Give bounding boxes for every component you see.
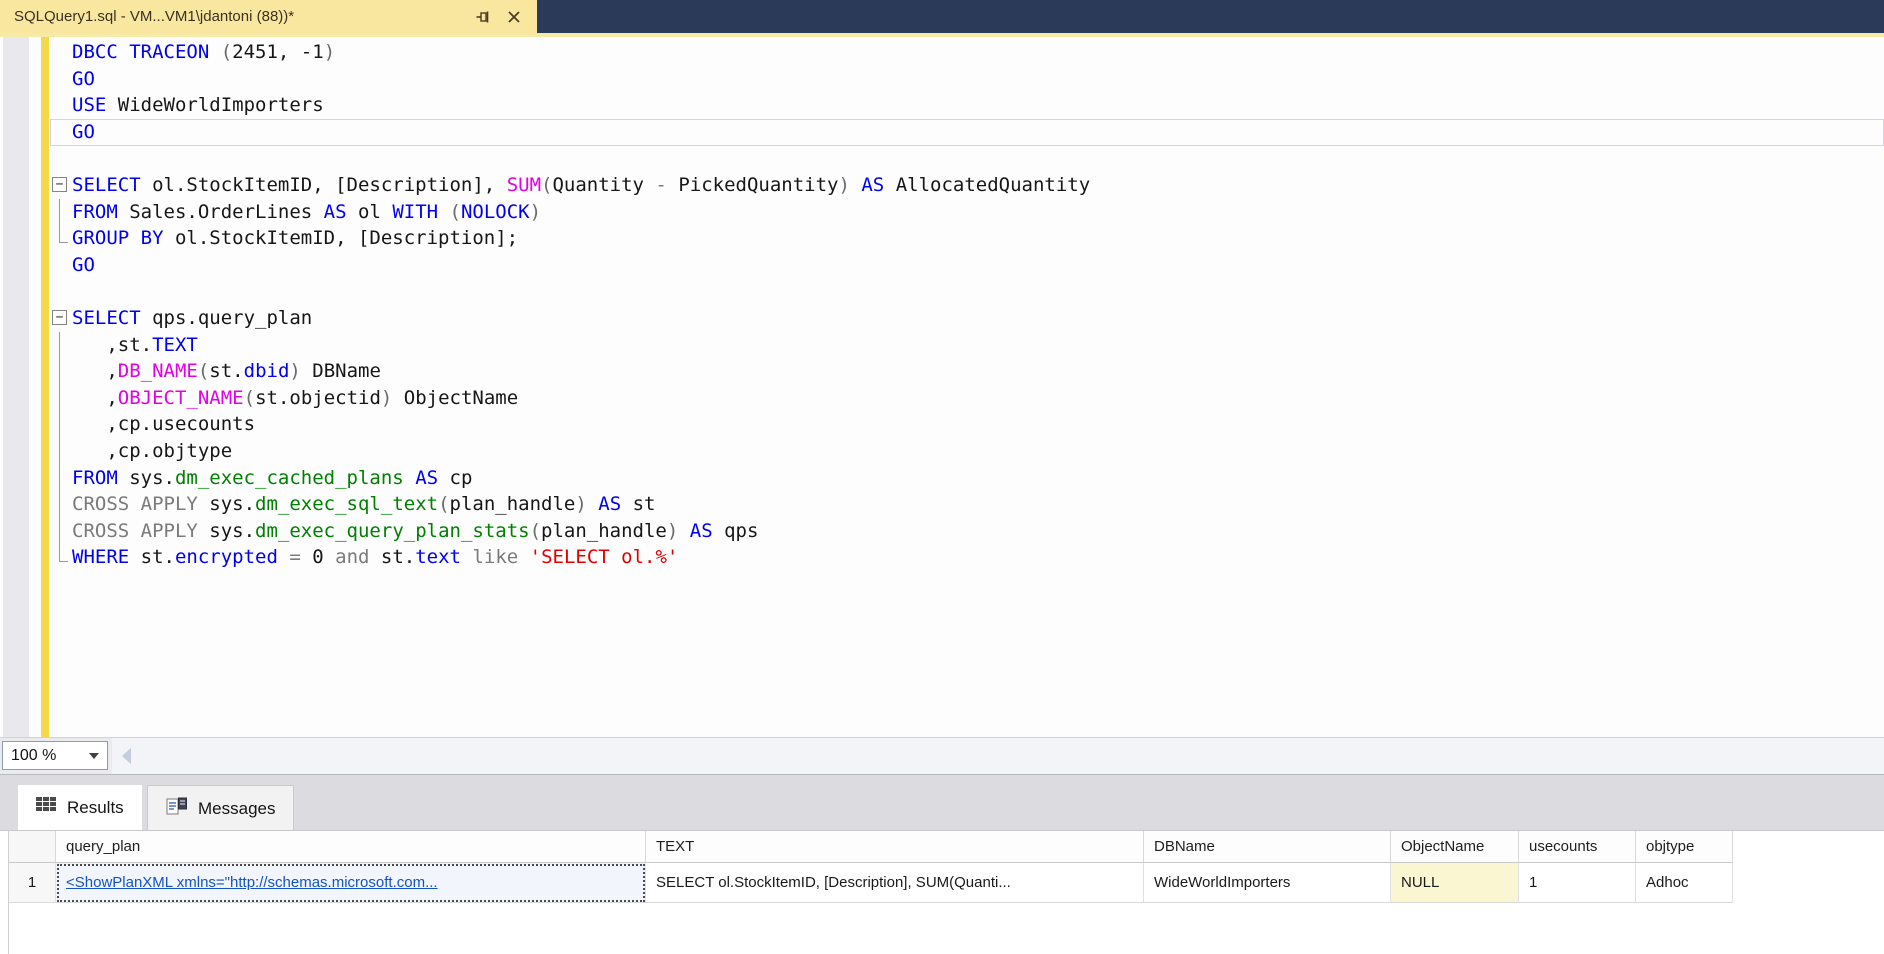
code-line: GO bbox=[0, 252, 1884, 279]
code-line bbox=[0, 145, 1884, 172]
pin-icon[interactable] bbox=[475, 9, 491, 25]
tab-results-label: Results bbox=[67, 798, 124, 818]
grid-cell[interactable]: WideWorldImporters bbox=[1144, 863, 1391, 903]
grid-cell[interactable]: Adhoc bbox=[1636, 863, 1733, 903]
code-line: CROSS APPLY sys.dm_exec_query_plan_stats… bbox=[0, 518, 1884, 545]
code-editor[interactable]: DBCC TRACEON (2451, -1)GOUSE WideWorldIm… bbox=[0, 37, 1884, 737]
code-line: ,OBJECT_NAME(st.objectid) ObjectName bbox=[0, 385, 1884, 412]
grid-cell[interactable]: NULL bbox=[1391, 863, 1519, 903]
results-grid: query_planTEXTDBNameObjectNameusecountso… bbox=[0, 830, 1884, 954]
outline-guide bbox=[59, 385, 60, 412]
grid-cell[interactable]: SELECT ol.StockItemID, [Description], SU… bbox=[646, 863, 1144, 903]
chevron-down-icon bbox=[89, 753, 99, 759]
outline-guide bbox=[59, 438, 60, 465]
grid-header-cell[interactable]: TEXT bbox=[646, 831, 1144, 863]
zoom-select[interactable]: 100 % bbox=[2, 741, 108, 770]
results-grid-icon bbox=[36, 797, 57, 819]
code-line: DBCC TRACEON (2451, -1) bbox=[0, 39, 1884, 66]
grid-table[interactable]: query_planTEXTDBNameObjectNameusecountso… bbox=[9, 831, 1733, 903]
grid-header-cell[interactable]: objtype bbox=[1636, 831, 1733, 863]
ssms-window: SQLQuery1.sql - VM...VM1\jdantoni (88))*… bbox=[0, 0, 1884, 954]
code-line: CROSS APPLY sys.dm_exec_sql_text(plan_ha… bbox=[0, 491, 1884, 518]
code-line: −SELECT ol.StockItemID, [Description], S… bbox=[0, 172, 1884, 199]
zoom-value: 100 % bbox=[11, 747, 56, 765]
collapse-toggle[interactable]: − bbox=[52, 177, 67, 192]
document-tab-title: SQLQuery1.sql - VM...VM1\jdantoni (88))* bbox=[14, 8, 294, 25]
outline-guide bbox=[59, 465, 60, 492]
code-line: ,cp.usecounts bbox=[0, 411, 1884, 438]
grid-header-cell[interactable]: query_plan bbox=[56, 831, 646, 863]
code-line: GO bbox=[0, 119, 1884, 146]
editor-scroll-row: 100 % bbox=[0, 737, 1884, 774]
tab-messages[interactable]: Messages bbox=[147, 785, 294, 831]
tab-messages-label: Messages bbox=[198, 799, 275, 819]
tab-results[interactable]: Results bbox=[18, 785, 142, 831]
code-line: WHERE st.encrypted = 0 and st.text like … bbox=[0, 544, 1884, 571]
document-tab[interactable]: SQLQuery1.sql - VM...VM1\jdantoni (88))* bbox=[0, 0, 537, 33]
grid-row: 1 <ShowPlanXML xmlns="http://schemas.micr… bbox=[9, 863, 1733, 903]
scroll-left-icon[interactable] bbox=[122, 748, 131, 764]
grid-header-cell[interactable]: usecounts bbox=[1519, 831, 1636, 863]
code-line: ,st.TEXT bbox=[0, 332, 1884, 359]
collapse-toggle[interactable]: − bbox=[52, 310, 67, 325]
grid-cell[interactable]: <ShowPlanXML xmlns="http://schemas.micro… bbox=[56, 863, 646, 903]
code-line: GO bbox=[0, 66, 1884, 93]
grid-corner-header[interactable] bbox=[9, 831, 56, 863]
code-line bbox=[0, 278, 1884, 305]
query-plan-link[interactable]: <ShowPlanXML xmlns="http://schemas.micro… bbox=[66, 874, 438, 891]
close-icon[interactable] bbox=[507, 10, 521, 24]
messages-icon bbox=[166, 796, 188, 821]
outline-guide bbox=[59, 225, 68, 243]
outline-guide bbox=[59, 199, 60, 226]
outline-guide bbox=[59, 411, 60, 438]
horizontal-scrollbar[interactable] bbox=[112, 738, 1884, 774]
code-area[interactable]: DBCC TRACEON (2451, -1)GOUSE WideWorldIm… bbox=[0, 39, 1884, 571]
outline-guide bbox=[59, 332, 60, 359]
code-line: FROM Sales.OrderLines AS ol WITH (NOLOCK… bbox=[0, 199, 1884, 226]
grid-header-row: query_planTEXTDBNameObjectNameusecountso… bbox=[9, 831, 1733, 863]
code-line: ,cp.objtype bbox=[0, 438, 1884, 465]
row-number[interactable]: 1 bbox=[9, 863, 56, 903]
code-line: ,DB_NAME(st.dbid) DBName bbox=[0, 358, 1884, 385]
outline-guide bbox=[59, 358, 60, 385]
grid-header-cell[interactable]: DBName bbox=[1144, 831, 1391, 863]
grid-cell[interactable]: 1 bbox=[1519, 863, 1636, 903]
code-line: FROM sys.dm_exec_cached_plans AS cp bbox=[0, 465, 1884, 492]
outline-guide bbox=[59, 544, 68, 562]
grid-header-cell[interactable]: ObjectName bbox=[1391, 831, 1519, 863]
outline-guide bbox=[59, 518, 60, 545]
code-line: GROUP BY ol.StockItemID, [Description]; bbox=[0, 225, 1884, 252]
outline-guide bbox=[59, 491, 60, 518]
document-tab-bar: SQLQuery1.sql - VM...VM1\jdantoni (88))* bbox=[0, 0, 1884, 33]
results-tab-strip: Results Messages bbox=[0, 774, 1884, 830]
code-line: −SELECT qps.query_plan bbox=[0, 305, 1884, 332]
code-line: USE WideWorldImporters bbox=[0, 92, 1884, 119]
